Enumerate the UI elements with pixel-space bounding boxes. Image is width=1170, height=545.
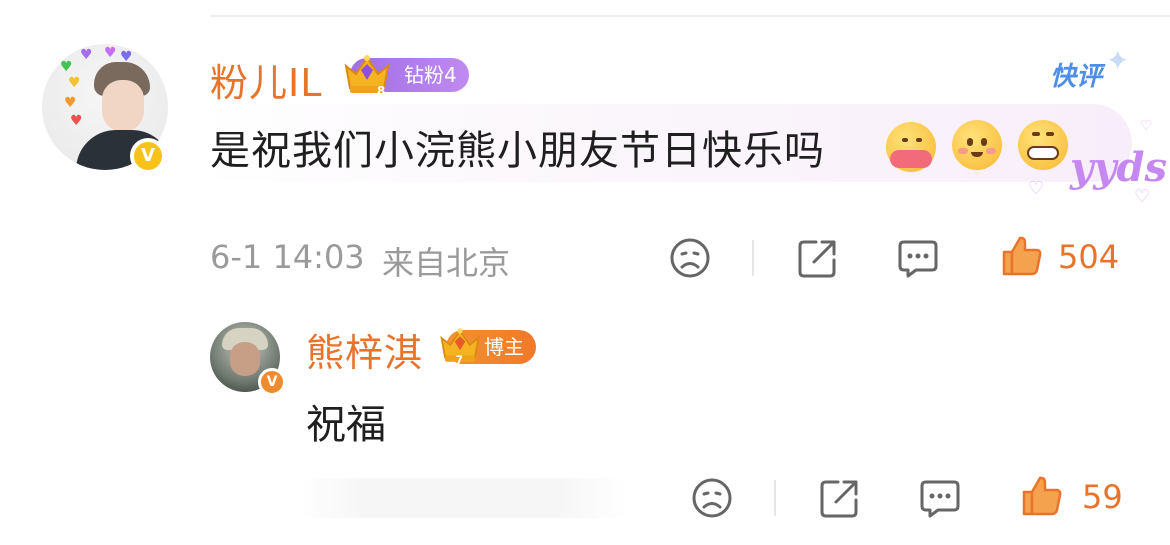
emoji-eye <box>1032 132 1040 136</box>
share-icon[interactable] <box>796 236 840 280</box>
emoji-eye <box>981 138 987 146</box>
top-divider <box>210 15 1170 17</box>
like-count: 59 <box>1082 478 1123 516</box>
verified-badge-icon: V <box>258 368 286 396</box>
action-separator <box>752 240 754 276</box>
emoji-eye <box>916 138 922 142</box>
comment-timestamp: 6-1 14:03 <box>210 238 365 276</box>
heart-icon: ♥ <box>80 47 93 63</box>
avatar-face <box>102 80 144 132</box>
hug-emoji-icon <box>886 122 936 172</box>
comment-bubble-icon[interactable] <box>918 476 962 520</box>
crown-level-digit: 7 <box>456 354 463 366</box>
emoji-teeth <box>1027 146 1059 160</box>
emoji-mouth <box>971 152 983 157</box>
heart-icon: ♥ <box>60 59 73 75</box>
heart-icon: ♥ <box>120 49 133 65</box>
emoji-blush <box>958 148 968 154</box>
emoji-eye <box>902 138 908 142</box>
blogger-badge-label: 博主 <box>484 335 524 359</box>
yyds-sticker: yyds <box>1070 144 1167 191</box>
heart-icon: ♡ <box>1134 186 1151 207</box>
reply-text: 祝福 <box>306 402 386 448</box>
emoji-eye <box>1046 132 1054 136</box>
action-separator <box>774 480 776 516</box>
replier-username[interactable]: 熊梓淇 <box>306 322 423 377</box>
thumbs-up-icon[interactable] <box>1020 474 1064 518</box>
emoji-blush <box>986 148 996 154</box>
frown-face-icon[interactable] <box>690 476 734 520</box>
heart-icon: ♥ <box>104 45 117 61</box>
fan-level-label: 钻粉4 <box>404 63 457 87</box>
thumbs-up-icon[interactable] <box>1000 234 1044 278</box>
heart-icon: ♡ <box>1140 118 1153 134</box>
heart-icon: ♥ <box>70 113 83 129</box>
heart-icon: ♥ <box>64 95 77 111</box>
comment-text: 是祝我们小浣熊小朋友节日快乐吗 <box>210 128 825 174</box>
quick-comment-button[interactable]: 快评 <box>1050 56 1102 93</box>
crown-level-digit: 8 <box>377 84 385 96</box>
emoji-hands <box>890 150 932 168</box>
diamond-crown-icon: 8 <box>344 55 390 96</box>
heart-icon: ♡ <box>1028 178 1045 199</box>
comment-bubble-icon[interactable] <box>896 236 940 280</box>
avatar-face <box>230 342 260 376</box>
share-icon[interactable] <box>818 476 862 520</box>
commenter-username[interactable]: 粉儿IL <box>210 52 322 107</box>
comment-location: 来自北京 <box>382 244 511 282</box>
blurred-region <box>300 478 626 518</box>
shy-emoji-icon <box>952 120 1002 170</box>
heart-icon: ♥ <box>68 75 81 91</box>
frown-face-icon[interactable] <box>668 236 712 280</box>
emoji-eye <box>967 138 973 146</box>
sparkle-icon: ✦ <box>1106 44 1130 77</box>
crown-icon: 7 <box>440 328 480 366</box>
grin-emoji-icon <box>1018 120 1068 170</box>
verified-badge-icon: V <box>130 138 166 174</box>
like-count: 504 <box>1058 238 1120 276</box>
